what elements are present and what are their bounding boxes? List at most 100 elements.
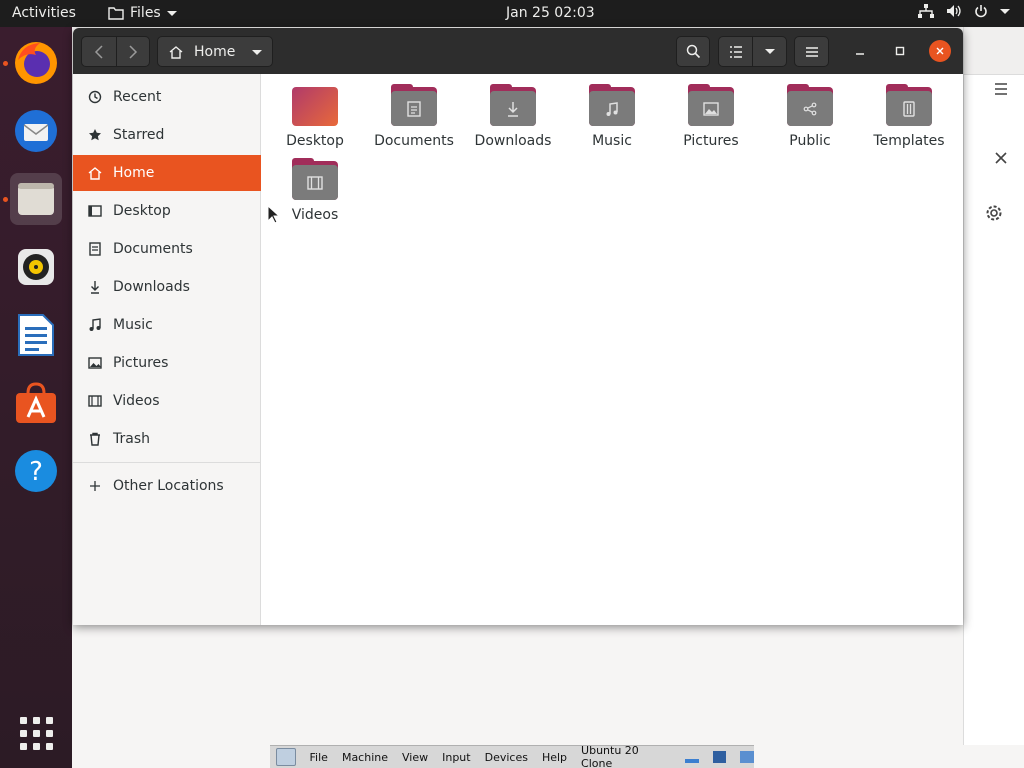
system-tray[interactable]	[918, 4, 1010, 18]
app-menu-label: Files	[130, 5, 161, 21]
folder-downloads[interactable]: Downloads	[465, 84, 561, 154]
folder-templates[interactable]: Templates	[861, 84, 957, 154]
chevron-down-icon	[166, 10, 177, 16]
libreoffice-writer-icon[interactable]	[10, 309, 62, 361]
virtualbox-status-bar: File Machine View Input Devices Help Ubu…	[270, 744, 755, 768]
hamburger-icon	[805, 46, 818, 57]
sidebar-item-label: Recent	[113, 89, 162, 105]
close-icon[interactable]	[994, 151, 1008, 165]
documents-folder-icon	[391, 84, 437, 126]
vbox-menu-input[interactable]: Input	[442, 751, 470, 764]
sidebar-item-label: Other Locations	[113, 478, 224, 494]
desktop-icon	[87, 203, 103, 219]
desktop-folder-icon	[292, 84, 338, 126]
sidebar-divider	[73, 462, 261, 463]
folder-label: Templates	[873, 133, 945, 149]
sidebar-item-label: Pictures	[113, 355, 169, 371]
videos-icon	[87, 393, 103, 409]
back-button[interactable]	[81, 36, 117, 67]
vbox-menu-devices[interactable]: Devices	[485, 751, 528, 764]
sidebar-item-recent[interactable]: Recent	[73, 79, 261, 115]
folder-label: Videos	[291, 207, 339, 223]
tools-icon[interactable]	[276, 748, 296, 766]
help-icon[interactable]: ?	[10, 445, 62, 497]
top-bar: Activities Files Jan 25 02:03	[0, 0, 1024, 27]
home-icon	[87, 165, 103, 181]
sidebar-item-label: Music	[113, 317, 153, 333]
chevron-right-icon	[129, 44, 138, 59]
view-list-button[interactable]	[718, 36, 753, 67]
chevron-down-icon	[1000, 8, 1010, 14]
downloads-folder-icon	[490, 84, 536, 126]
search-icon	[686, 44, 700, 59]
sidebar-item-documents[interactable]: Documents	[73, 231, 261, 267]
show-applications-icon[interactable]	[20, 717, 53, 750]
chevron-left-icon	[94, 44, 103, 59]
downloads-icon	[87, 279, 103, 295]
clock[interactable]: Jan 25 02:03	[506, 5, 595, 21]
forward-button[interactable]	[116, 36, 150, 67]
vbox-menu-help[interactable]: Help	[542, 751, 567, 764]
thunderbird-icon[interactable]	[10, 105, 62, 157]
sidebar-item-label: Downloads	[113, 279, 190, 295]
activities-button[interactable]: Activities	[12, 5, 76, 21]
star-icon	[87, 127, 103, 143]
view-options-button[interactable]	[752, 36, 787, 67]
location-label: Home	[194, 43, 236, 60]
folder-label: Public	[789, 133, 831, 149]
folder-public[interactable]: Public	[762, 84, 858, 154]
sidebar-item-home[interactable]: Home	[73, 155, 261, 191]
sidebar-item-trash[interactable]: Trash	[73, 421, 261, 457]
sidebar-item-downloads[interactable]: Downloads	[73, 269, 261, 305]
minimize-icon	[856, 53, 864, 55]
sidebar-item-label: Trash	[113, 431, 150, 447]
folder-desktop[interactable]: Desktop	[267, 84, 363, 154]
videos-folder-icon	[292, 158, 338, 200]
sidebar-item-label: Videos	[113, 393, 160, 409]
home-icon	[169, 45, 183, 59]
close-icon	[936, 47, 944, 55]
main-menu-button[interactable]	[794, 36, 829, 67]
app-menu[interactable]: Files	[108, 5, 177, 21]
plus-icon	[87, 478, 103, 494]
files-icon[interactable]	[10, 173, 62, 225]
sidebar-item-label: Documents	[113, 241, 193, 257]
search-button[interactable]	[676, 36, 710, 67]
power-icon	[975, 5, 987, 18]
header-bar: Home	[73, 28, 963, 74]
maximize-button[interactable]	[889, 40, 911, 62]
folder-videos[interactable]: Videos	[267, 158, 363, 228]
folder-pictures[interactable]: Pictures	[663, 84, 759, 154]
firefox-icon[interactable]	[10, 37, 62, 89]
sidebar-item-videos[interactable]: Videos	[73, 383, 261, 419]
folder-label: Documents	[374, 133, 454, 149]
vbox-menu-view[interactable]: View	[402, 751, 428, 764]
close-button[interactable]	[929, 40, 951, 62]
settings-icon[interactable]	[740, 751, 755, 763]
folder-music[interactable]: Music	[564, 84, 660, 154]
gear-icon[interactable]	[985, 204, 1003, 222]
location-bar[interactable]: Home	[157, 36, 273, 67]
network-icon	[918, 4, 934, 18]
sidebar-item-starred[interactable]: Starred	[73, 117, 261, 153]
list-view-icon	[729, 45, 742, 58]
vbox-menu-machine[interactable]: Machine	[342, 751, 388, 764]
vbox-menu-file[interactable]: File	[310, 751, 328, 764]
menu-icon[interactable]	[994, 83, 1008, 95]
hdd-icon[interactable]	[685, 759, 699, 763]
pictures-folder-icon	[688, 84, 734, 126]
sidebar-item-desktop[interactable]: Desktop	[73, 193, 261, 229]
minimize-button[interactable]	[849, 40, 871, 62]
svg-text:?: ?	[29, 457, 43, 487]
folder-documents[interactable]: Documents	[366, 84, 462, 154]
maximize-icon	[895, 46, 905, 56]
display-icon[interactable]	[712, 751, 727, 763]
music-icon	[87, 317, 103, 333]
sidebar-item-music[interactable]: Music	[73, 307, 261, 343]
clock-icon	[87, 89, 103, 105]
sidebar-item-pictures[interactable]: Pictures	[73, 345, 261, 381]
rhythmbox-icon[interactable]	[10, 241, 62, 293]
file-view: Desktop Documents Downloads Music Pictur…	[262, 74, 963, 625]
ubuntu-software-icon[interactable]	[10, 377, 62, 429]
sidebar-item-other-locations[interactable]: Other Locations	[73, 468, 261, 504]
